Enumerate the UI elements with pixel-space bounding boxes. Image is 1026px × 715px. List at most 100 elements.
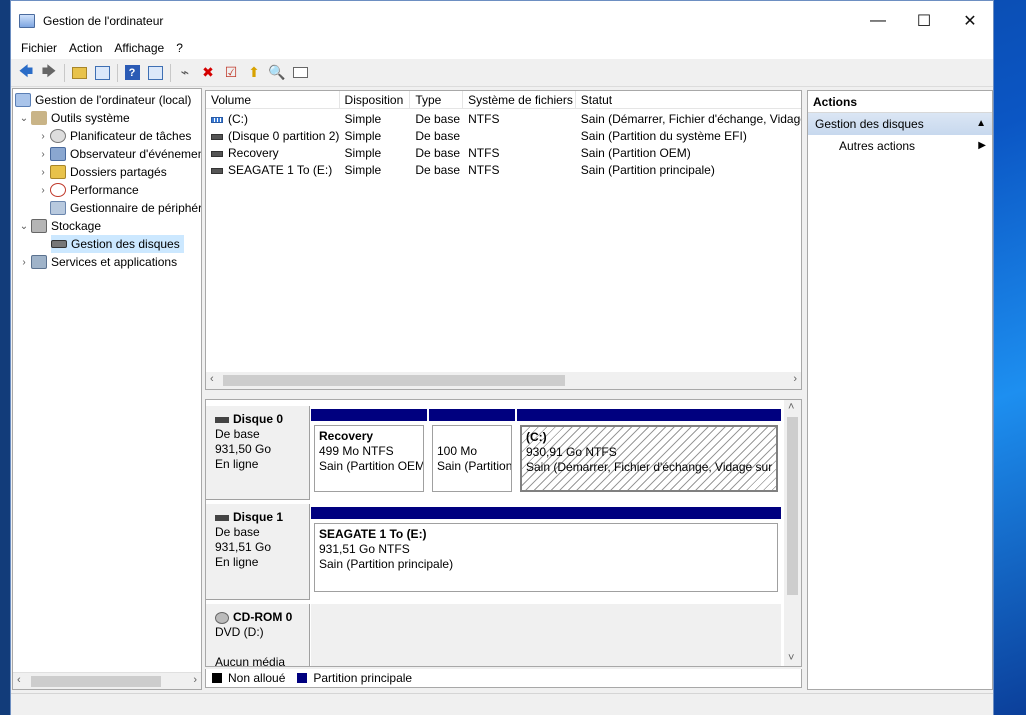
submenu-arrow-icon: ▶ xyxy=(978,140,986,151)
title-bar: Gestion de l'ordinateur — ☐ ✕ xyxy=(11,1,993,41)
tools-icon xyxy=(31,111,47,125)
legend-swatch-primary xyxy=(297,673,308,683)
device-manager-icon xyxy=(50,201,66,215)
menu-bar: Fichier Action Affichage ? xyxy=(11,37,993,59)
column-disposition[interactable]: Disposition xyxy=(340,91,411,109)
expander-icon[interactable]: ⌄ xyxy=(17,113,31,124)
disk-legend: Non alloué Partition principale xyxy=(205,669,802,688)
minimize-button[interactable]: — xyxy=(855,1,901,41)
status-bar xyxy=(11,693,993,715)
back-arrow-icon[interactable]: 🡄 xyxy=(15,62,37,84)
table-row[interactable]: (Disque 0 partition 2) Simple De base Sa… xyxy=(206,128,801,145)
tree-item-outils-systeme[interactable]: ⌄ Outils système xyxy=(17,109,130,127)
action-autres-actions[interactable]: Autres actions ▶ xyxy=(808,135,992,157)
partition-efi[interactable]: 100 Mo Sain (Partition du système EFI) xyxy=(429,409,515,497)
disk-management-icon xyxy=(51,240,67,248)
volume-list-header: Volume Disposition Type Système de fichi… xyxy=(206,91,801,109)
actions-section-gestion-des-disques[interactable]: Gestion des disques ▲ xyxy=(808,113,992,135)
expander-icon[interactable]: › xyxy=(17,257,31,268)
cdrom-0-label[interactable]: CD-ROM 0 DVD (D:) Aucun média xyxy=(206,604,310,666)
storage-icon xyxy=(31,219,47,233)
shared-folder-icon xyxy=(50,165,66,179)
maximize-button[interactable]: ☐ xyxy=(901,1,947,41)
tree-item-dossiers-partages[interactable]: › Dossiers partagés xyxy=(36,163,167,181)
event-viewer-icon xyxy=(50,147,66,161)
scrollbar-thumb[interactable] xyxy=(787,417,798,595)
tree-root[interactable]: Gestion de l'ordinateur (local) xyxy=(15,91,191,109)
menu-help[interactable]: ? xyxy=(170,41,189,55)
legend-swatch-unallocated xyxy=(212,673,222,683)
expander-icon[interactable]: › xyxy=(36,185,50,196)
services-icon xyxy=(31,255,47,269)
legend-label-unallocated: Non alloué xyxy=(228,671,286,685)
scrollbar-thumb[interactable] xyxy=(223,375,565,386)
table-row[interactable]: Recovery Simple De base NTFS Sain (Parti… xyxy=(206,145,801,162)
scroll-left-icon[interactable]: ‹ xyxy=(17,674,21,686)
scroll-left-icon[interactable]: ‹ xyxy=(210,373,214,385)
disk-0-label[interactable]: Disque 0 De base 931,50 Go En ligne xyxy=(206,406,310,500)
expander-icon[interactable]: ⌄ xyxy=(17,221,31,232)
collapse-arrow-icon[interactable]: ▲ xyxy=(976,113,986,135)
actions-title: Actions xyxy=(808,91,992,113)
disks-vertical-scrollbar[interactable]: ˄ ˅ xyxy=(784,400,801,666)
tree-item-performance[interactable]: › Performance xyxy=(36,181,139,199)
desktop-background xyxy=(0,0,10,715)
volume-icon xyxy=(211,150,223,157)
column-type[interactable]: Type xyxy=(410,91,464,109)
tree-horizontal-scrollbar[interactable]: ‹ › xyxy=(13,672,201,689)
volume-horizontal-scrollbar[interactable]: ‹ › xyxy=(206,372,801,389)
expander-icon[interactable]: › xyxy=(36,167,50,178)
cdrom-empty-area xyxy=(311,604,781,666)
table-row[interactable]: (C:) Simple De base NTFS Sain (Démarrer,… xyxy=(206,111,801,128)
partition-recovery[interactable]: Recovery 499 Mo NTFS Sain (Partition OEM… xyxy=(311,409,427,497)
volume-icon xyxy=(211,116,223,123)
partition-seagate-e[interactable]: SEAGATE 1 To (E:) 931,51 Go NTFS Sain (P… xyxy=(311,507,781,597)
forward-arrow-icon[interactable]: 🡆 xyxy=(38,62,60,84)
tree-item-gestion-des-disques[interactable]: Gestion des disques xyxy=(51,235,184,253)
navigation-tree: Gestion de l'ordinateur (local) ⌄ Outils… xyxy=(12,88,202,690)
properties-check-icon[interactable]: ☑ xyxy=(220,62,242,84)
expander-icon[interactable]: › xyxy=(36,149,50,160)
disk-icon xyxy=(215,416,229,423)
cdrom-icon xyxy=(215,611,229,624)
disk-1-label[interactable]: Disque 1 De base 931,51 Go En ligne xyxy=(206,504,310,600)
scroll-up-icon[interactable]: ˄ xyxy=(788,401,794,413)
list-view-icon[interactable] xyxy=(289,62,311,84)
performance-icon xyxy=(50,183,66,197)
table-row[interactable]: SEAGATE 1 To (E:) Simple De base NTFS Sa… xyxy=(206,162,801,179)
scroll-right-icon[interactable]: › xyxy=(793,373,797,385)
column-status[interactable]: Statut xyxy=(576,91,801,109)
show-hide-action-pane-icon[interactable] xyxy=(144,62,166,84)
scrollbar-thumb[interactable] xyxy=(31,676,161,687)
scroll-down-icon[interactable]: ˅ xyxy=(788,652,794,664)
tree-item-services-applications[interactable]: › Services et applications xyxy=(17,253,177,271)
close-button[interactable]: ✕ xyxy=(947,1,993,41)
tree-item-gestionnaire-peripheriques[interactable]: Gestionnaire de périphériques xyxy=(36,199,201,217)
volume-list: Volume Disposition Type Système de fichi… xyxy=(205,90,802,390)
show-hide-tree-icon[interactable] xyxy=(91,62,113,84)
help-icon[interactable]: ? xyxy=(121,62,143,84)
menu-fichier[interactable]: Fichier xyxy=(15,41,63,55)
column-file-system[interactable]: Système de fichiers xyxy=(463,91,576,109)
expander-icon[interactable]: › xyxy=(36,131,50,142)
up-folder-icon[interactable] xyxy=(68,62,90,84)
disk-graphical-view: Disque 0 De base 931,50 Go En ligne Reco… xyxy=(205,399,802,667)
computer-management-icon xyxy=(19,14,35,28)
tree-item-observateur[interactable]: › Observateur d'événements xyxy=(36,145,201,163)
menu-affichage[interactable]: Affichage xyxy=(108,41,170,55)
tree-item-planificateur[interactable]: › Planificateur de tâches xyxy=(36,127,191,145)
clock-icon xyxy=(50,129,66,143)
computer-icon xyxy=(15,93,31,107)
refresh-icon[interactable]: ⬆ xyxy=(243,62,265,84)
menu-action[interactable]: Action xyxy=(63,41,108,55)
scroll-right-icon[interactable]: › xyxy=(193,674,197,686)
actions-pane: Actions Gestion des disques ▲ Autres act… xyxy=(807,90,993,690)
search-icon[interactable]: 🔍 xyxy=(266,62,288,84)
computer-management-window: Gestion de l'ordinateur — ☐ ✕ Fichier Ac… xyxy=(10,0,994,715)
toolbar: 🡄 🡆 ? ⌁ ✖ ☑ ⬆ 🔍 xyxy=(11,59,993,87)
tree-item-stockage[interactable]: ⌄ Stockage xyxy=(17,217,101,235)
delete-icon[interactable]: ✖ xyxy=(197,62,219,84)
connect-drive-icon[interactable]: ⌁ xyxy=(174,62,196,84)
column-volume[interactable]: Volume xyxy=(206,91,340,109)
partition-c[interactable]: (C:) 930,91 Go NTFS Sain (Démarrer, Fich… xyxy=(517,409,781,497)
